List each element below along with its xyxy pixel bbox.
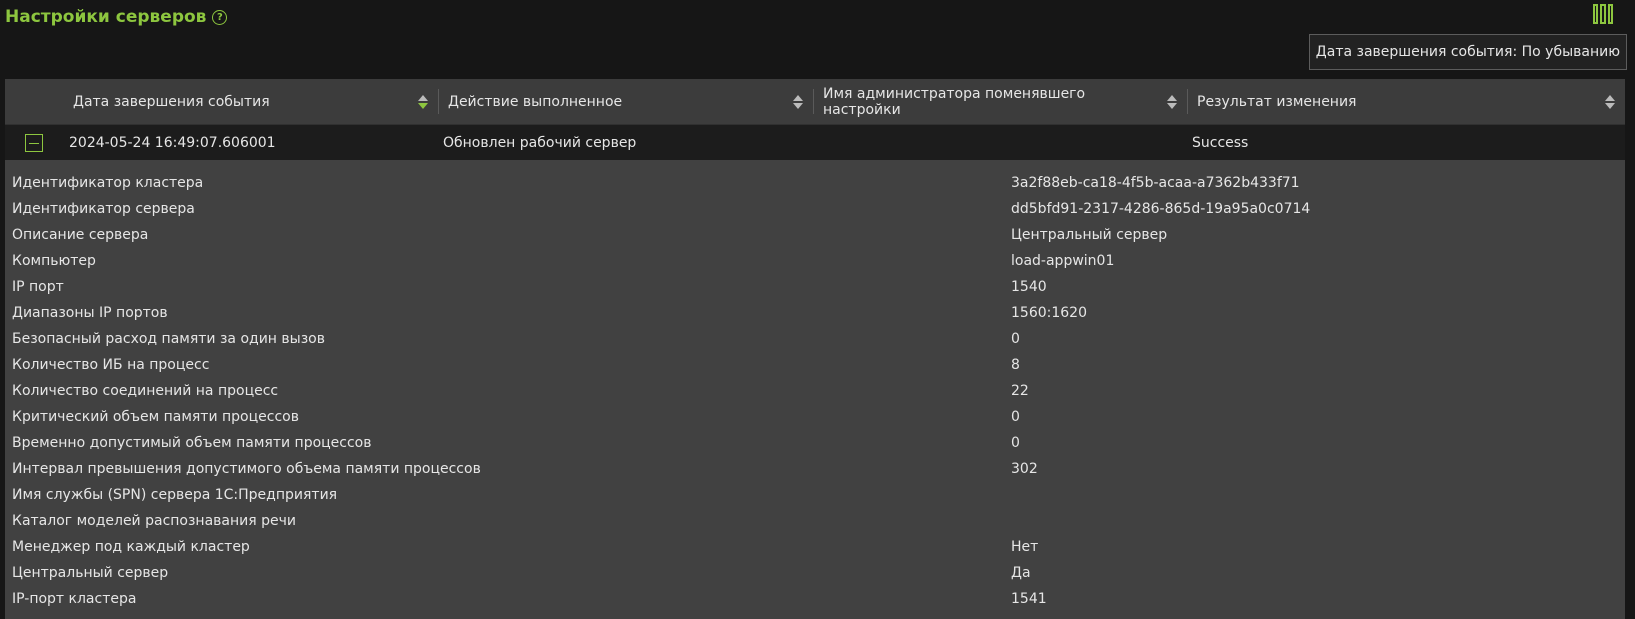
sort-icon[interactable] <box>1605 94 1615 109</box>
detail-row: Центральный сервер Да <box>5 560 1625 586</box>
detail-value: 0 <box>1011 409 1020 425</box>
detail-value: 1560:1620 <box>1011 305 1087 321</box>
page-title: Настройки серверов ? <box>5 4 228 30</box>
cell-result: Success <box>1192 134 1249 151</box>
detail-key: Идентификатор кластера <box>12 175 204 191</box>
detail-row: Количество соединений на процесс 22 <box>5 378 1625 404</box>
detail-value: 3a2f88eb-ca18-4f5b-acaa-a7362b433f71 <box>1011 175 1300 191</box>
detail-key: Количество ИБ на процесс <box>12 357 210 373</box>
sort-indicator[interactable]: Дата завершения события: По убыванию <box>1308 34 1627 70</box>
table-header: Дата завершения события Действие выполне… <box>5 79 1625 125</box>
sort-desc-icon[interactable] <box>418 94 428 109</box>
detail-key: Диапазоны IP портов <box>12 305 168 321</box>
detail-row: Описание сервера Центральный сервер <box>5 222 1625 248</box>
cell-date: 2024-05-24 16:49:07.606001 <box>69 134 276 151</box>
detail-row: IP-порт кластера 1541 <box>5 586 1625 612</box>
detail-row: Безопасный расход памяти за один вызов 0 <box>5 326 1625 352</box>
sort-icon[interactable] <box>1167 94 1177 109</box>
detail-key: Имя службы (SPN) сервера 1С:Предприятия <box>12 487 338 503</box>
column-header-admin[interactable]: Имя администратора поменявшего настройки <box>813 79 1187 124</box>
detail-key: IP порт <box>12 279 64 295</box>
detail-row: Интервал превышения допустимого объема п… <box>5 456 1625 482</box>
detail-row: IP порт 1540 <box>5 274 1625 300</box>
detail-row: Идентификатор сервера dd5bfd91-2317-4286-… <box>5 196 1625 222</box>
detail-value: 1540 <box>1011 279 1047 295</box>
detail-row: Каталог моделей распознавания речи <box>5 508 1625 534</box>
detail-key: Временно допустимый объем памяти процесс… <box>12 435 372 451</box>
table-row[interactable]: 2024-05-24 16:49:07.606001 Обновлен рабо… <box>5 125 1625 160</box>
collapse-row-icon[interactable] <box>25 133 43 152</box>
column-settings-icon[interactable] <box>1593 4 1613 24</box>
help-icon[interactable]: ? <box>212 9 228 25</box>
detail-key: Описание сервера <box>12 227 149 243</box>
detail-row: Количество ИБ на процесс 8 <box>5 352 1625 378</box>
column-header-label: Имя администратора поменявшего настройки <box>823 85 1086 118</box>
cell-action: Обновлен рабочий сервер <box>443 134 637 151</box>
column-header-date[interactable]: Дата завершения события <box>5 79 438 124</box>
detail-row: Имя службы (SPN) сервера 1С:Предприятия <box>5 482 1625 508</box>
detail-key: Критический объем памяти процессов <box>12 409 299 425</box>
column-header-action[interactable]: Действие выполненное <box>438 79 813 124</box>
column-header-label: Результат изменения <box>1197 93 1357 110</box>
detail-value: Да <box>1011 565 1031 581</box>
detail-key: Идентификатор сервера <box>12 201 195 217</box>
detail-value: dd5bfd91-2317-4286-865d-19a95a0c0714 <box>1011 201 1311 217</box>
detail-value: 1541 <box>1011 591 1047 607</box>
detail-key: Количество соединений на процесс <box>12 383 279 399</box>
detail-value: Центральный сервер <box>1011 227 1168 243</box>
detail-row: Диапазоны IP портов 1560:1620 <box>5 300 1625 326</box>
detail-key: Интервал превышения допустимого объема п… <box>12 461 481 477</box>
column-header-label: Дата завершения события <box>73 93 270 110</box>
detail-row: Временно допустимый объем памяти процесс… <box>5 430 1625 456</box>
column-header-label: Действие выполненное <box>448 93 623 110</box>
page-title-text: Настройки серверов <box>5 7 207 27</box>
detail-row: Менеджер под каждый кластер Нет <box>5 534 1625 560</box>
detail-value: 0 <box>1011 331 1020 347</box>
detail-value: 0 <box>1011 435 1020 451</box>
row-details: Идентификатор кластера 3a2f88eb-ca18-4f5b… <box>5 160 1625 612</box>
detail-key: Безопасный расход памяти за один вызов <box>12 331 325 347</box>
detail-key: Компьютер <box>12 253 96 269</box>
detail-row: Идентификатор кластера 3a2f88eb-ca18-4f5b… <box>5 170 1625 196</box>
detail-value: 8 <box>1011 357 1020 373</box>
detail-key: IP-порт кластера <box>12 591 137 607</box>
detail-row: Компьютер load-appwin01 <box>5 248 1625 274</box>
column-header-result[interactable]: Результат изменения <box>1187 79 1625 124</box>
detail-key: Менеджер под каждый кластер <box>12 539 250 555</box>
detail-row: Критический объем памяти процессов 0 <box>5 404 1625 430</box>
sort-icon[interactable] <box>793 94 803 109</box>
events-table: Дата завершения события Действие выполне… <box>5 79 1625 619</box>
detail-key: Центральный сервер <box>12 565 169 581</box>
detail-key: Каталог моделей распознавания речи <box>12 513 296 529</box>
detail-value: load-appwin01 <box>1011 253 1115 269</box>
detail-value: Нет <box>1011 539 1039 555</box>
detail-value: 302 <box>1011 461 1038 477</box>
detail-value: 22 <box>1011 383 1029 399</box>
